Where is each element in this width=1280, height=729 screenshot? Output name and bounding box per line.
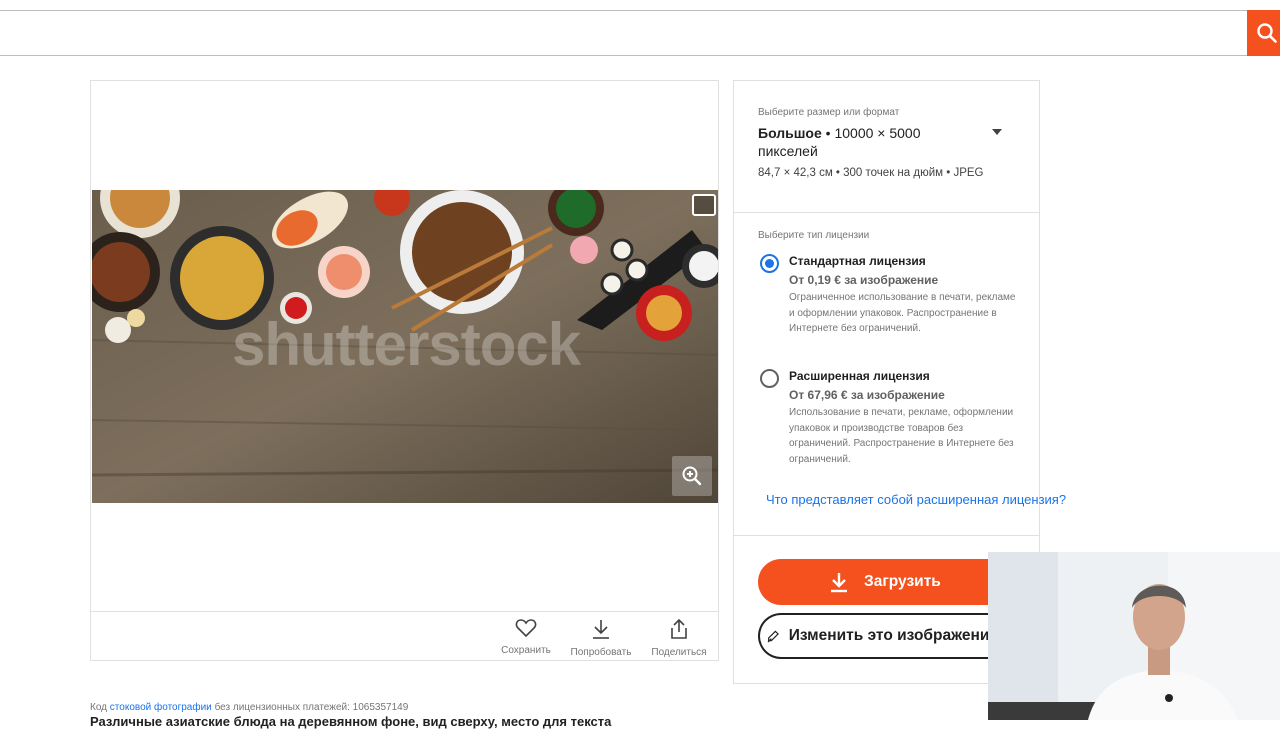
license-type-label: Выберите тип лицензии <box>758 230 870 241</box>
try-label: Попробовать <box>570 647 632 658</box>
presenter-webcam <box>988 552 1280 720</box>
extended-license-title[interactable]: Расширенная лицензия <box>789 369 930 383</box>
standard-license-radio[interactable] <box>760 254 779 273</box>
image-title: Различные азиатские блюда на деревянном … <box>90 714 612 729</box>
save-label: Сохранить <box>501 645 551 656</box>
zoom-in-icon <box>682 466 702 486</box>
share-action[interactable]: Поделиться <box>644 618 714 658</box>
download-button[interactable]: Загрузить <box>758 559 998 605</box>
download-icon <box>593 620 609 639</box>
edit-image-button[interactable]: Изменить это изображение <box>758 613 998 659</box>
license-type-section: Выберите тип лицензии <box>734 214 1039 241</box>
search-icon <box>1257 23 1277 43</box>
extended-license-price: От 67,96 € за изображение <box>789 388 945 402</box>
size-selector[interactable]: Выберите размер или формат Большое • 100… <box>734 81 1039 213</box>
standard-license-price: От 0,19 € за изображение <box>789 273 939 287</box>
size-section-label: Выберите размер или формат <box>758 107 900 118</box>
try-action[interactable]: Попробовать <box>566 618 636 658</box>
download-label: Загрузить <box>864 573 941 590</box>
stock-code: Код стоковой фотографии без лицензионных… <box>90 702 409 713</box>
size-name: Большое <box>758 125 822 141</box>
divider <box>734 535 1039 536</box>
standard-license-title[interactable]: Стандартная лицензия <box>789 254 926 268</box>
size-details: 84,7 × 42,3 см • 300 точек на дюйм • JPE… <box>758 167 984 179</box>
download-icon <box>831 573 847 593</box>
zoom-button[interactable] <box>672 456 712 496</box>
save-action[interactable]: Сохранить <box>491 618 561 656</box>
stock-photo: shutterstock <box>92 190 718 503</box>
standard-license-desc: Ограниченное использование в печати, рек… <box>789 292 1016 334</box>
heart-icon <box>515 619 537 638</box>
stock-photo-link[interactable]: стоковой фотографии <box>110 702 212 713</box>
chevron-down-icon[interactable] <box>992 129 1002 135</box>
extended-license-desc: Использование в печати, рекламе, оформле… <box>789 407 1014 465</box>
search-button[interactable] <box>1247 10 1280 56</box>
size-title: Большое • 10000 × 5000 пикселей <box>758 125 921 159</box>
edit-label: Изменить это изображение <box>788 627 998 644</box>
share-label: Поделиться <box>651 647 707 658</box>
edit-icon <box>767 630 779 643</box>
extended-license-link[interactable]: Что представляет собой расширенная лицен… <box>766 492 1066 507</box>
fullscreen-icon[interactable] <box>692 194 716 216</box>
image-preview-panel: shutterstock Сохранить Попробовать Подел… <box>90 80 719 661</box>
search-bar[interactable] <box>0 10 1248 56</box>
image-actions: Сохранить Попробовать Поделиться <box>91 611 718 661</box>
search-input[interactable] <box>0 11 1248 55</box>
share-icon <box>671 618 687 639</box>
watermark: shutterstock <box>232 311 581 378</box>
extended-license-radio[interactable] <box>760 369 779 388</box>
